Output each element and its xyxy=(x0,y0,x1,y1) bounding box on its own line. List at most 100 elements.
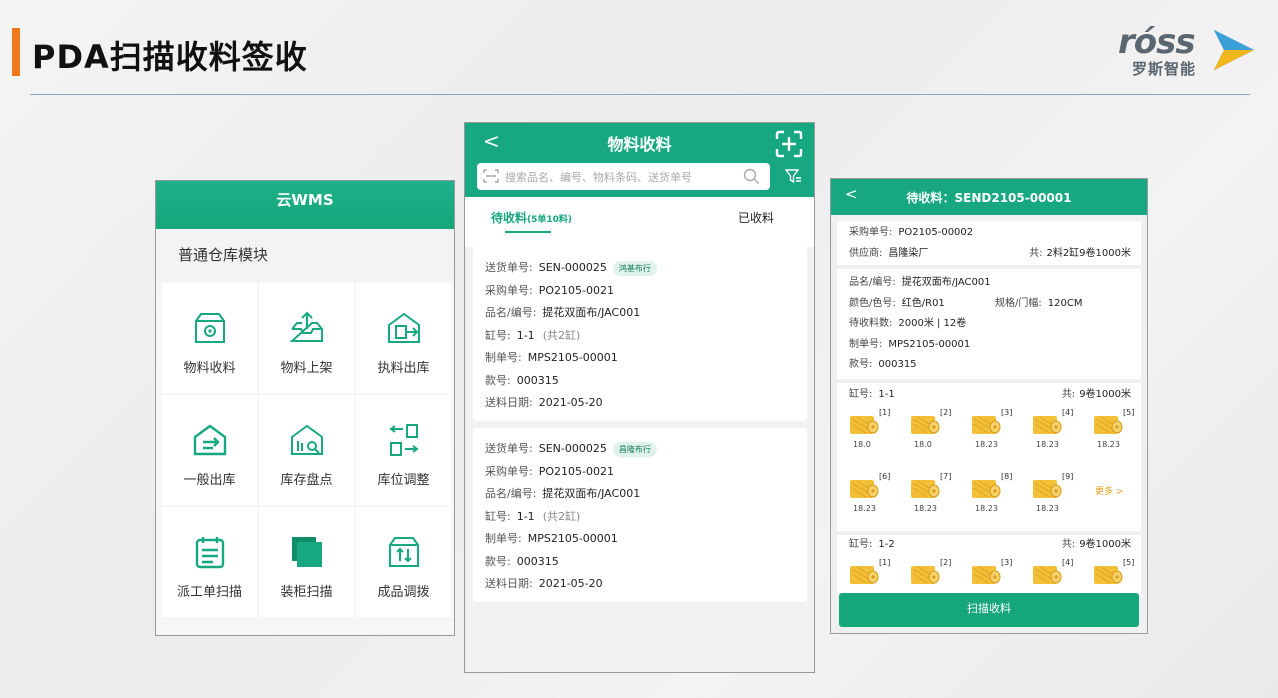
style-number: 000315 xyxy=(516,554,559,568)
roll-index: [3] xyxy=(1001,407,1013,417)
roll-list: [1] 18.0 [2] 18.0 [3] 18.23 [4] 18.23 [5] 18.23 [6… xyxy=(849,406,1141,513)
scan-receive-button[interactable]: 扫描收料 xyxy=(839,593,1139,627)
search-icon[interactable] xyxy=(743,168,760,185)
search-input[interactable]: 搜索品名、编号、物料条码、送货单号 xyxy=(477,163,770,190)
fabric-roll-icon: [2] xyxy=(910,558,951,586)
item-info: 品名/编号: 提花双面布/JAC001 颜色/色号: 红色/R01 规格/门幅: 120… xyxy=(837,269,1141,379)
house-exit-icon xyxy=(193,424,226,456)
field-label: 制单号: xyxy=(849,338,883,350)
module-dispatch-scan[interactable]: 派工单扫描 xyxy=(162,507,257,617)
module-finished-transfer[interactable]: 成品调拨 xyxy=(356,507,451,617)
fabric-roll[interactable]: [4] 18.23 xyxy=(1032,408,1073,449)
fabric-roll[interactable]: [3] 18.23 xyxy=(971,408,1012,449)
screen-title: 物料收料 xyxy=(607,135,672,154)
field-label: 采购单号: xyxy=(485,464,533,478)
module-container-scan[interactable]: 装柜扫描 xyxy=(259,507,354,617)
order-number: MPS2105-00001 xyxy=(527,351,618,364)
logo-wordmark: róss xyxy=(1118,22,1196,62)
tab-pending-label: 待收料 xyxy=(491,211,528,225)
field-label: 制单号: xyxy=(485,351,522,364)
module-label: 执料出库 xyxy=(377,361,430,376)
card-row-item: 品名/编号: 提花双面布/JAC001 xyxy=(485,483,807,506)
module-issue[interactable]: 执料出库 xyxy=(356,283,451,393)
receive-header: < 物料收料 搜索品名、编号、物料条码、送货单号 xyxy=(465,123,814,197)
slide-title: PDA扫描收料签收 xyxy=(32,38,308,76)
app-title: 云WMS xyxy=(276,191,334,209)
module-label: 派工单扫描 xyxy=(176,585,242,600)
module-label: 库位调整 xyxy=(377,473,430,488)
fabric-roll[interactable]: [2] xyxy=(910,558,951,586)
fabric-roll[interactable]: [5] xyxy=(1093,558,1134,586)
delivery-date: 2021-05-20 xyxy=(538,396,603,409)
po-number: PO2105-0021 xyxy=(538,283,614,297)
card-row-po: 采购单号: PO2105-0021 xyxy=(485,461,807,484)
roll-index: [6] xyxy=(879,471,891,481)
field-label: 送料日期: xyxy=(485,577,533,590)
vat-group: 缸号: 1-1 共: 9卷1000米 [1] 18.0 [2] 18.0 [3] 18.23 [4… xyxy=(837,383,1141,531)
screen-title: 待收料：SEND2105-00001 xyxy=(906,191,1072,205)
field-label: 品名/编号: xyxy=(485,306,537,319)
tab-pending[interactable]: 待收料(5单10料) xyxy=(491,209,572,226)
fabric-roll[interactable]: [5] 18.23 xyxy=(1093,408,1134,449)
fabric-roll[interactable]: [6] 18.23 xyxy=(849,472,890,513)
fabric-roll[interactable]: [4] xyxy=(1032,558,1073,586)
vat-number: 1-1 xyxy=(878,389,895,400)
more-rolls-link[interactable]: 更多 > xyxy=(1095,484,1123,497)
supplier-badge: 鸿基布行 xyxy=(612,261,657,276)
module-label: 装柜扫描 xyxy=(280,585,333,600)
spec-value: 120CM xyxy=(1047,297,1083,309)
receive-card[interactable]: 送货单号: SEN-000025 昌隆布行 采购单号: PO2105-0021 品名/… xyxy=(473,428,807,602)
style-number: 000315 xyxy=(516,373,559,387)
delivery-number: SEN-000025 xyxy=(538,261,607,274)
logo-subtitle: 罗斯智能 xyxy=(1132,60,1197,78)
fabric-roll-icon: [9] xyxy=(1032,472,1073,500)
qty-value: 2000米 | 12卷 xyxy=(898,318,967,329)
roll-index: [3] xyxy=(1001,557,1013,567)
fabric-roll[interactable]: [3] xyxy=(971,558,1012,586)
card-row-order: 制单号: MPS2105-00001 xyxy=(485,347,807,370)
ross-logo: róss 罗斯智能 xyxy=(1118,22,1258,78)
field-label: 共: xyxy=(1061,539,1076,550)
field-label: 共: xyxy=(1029,247,1043,259)
warehouse-search-icon xyxy=(290,424,323,455)
fabric-roll[interactable]: [7] 18.23 xyxy=(910,472,951,513)
fabric-roll[interactable]: [1] xyxy=(849,558,890,586)
tab-active-indicator xyxy=(505,231,551,233)
qty-row: 待收料数: 2000米 | 12卷 xyxy=(849,314,1141,335)
barcode-scan-icon[interactable] xyxy=(483,168,499,184)
fabric-roll[interactable]: [1] 18.0 xyxy=(849,408,890,449)
fabric-roll[interactable]: [8] 18.23 xyxy=(971,472,1012,513)
field-label: 款号: xyxy=(485,554,511,568)
field-label: 缸号: xyxy=(485,509,511,523)
fabric-roll-icon: [4] xyxy=(1032,558,1073,586)
app-title-bar: 云WMS xyxy=(156,181,454,229)
module-general-out[interactable]: 一般出库 xyxy=(162,395,257,505)
style-number: 000315 xyxy=(878,359,917,370)
total-value: 9卷1000米 xyxy=(1079,539,1131,550)
tab-received[interactable]: 已收料 xyxy=(738,209,774,226)
field-label: 采购单号: xyxy=(485,283,533,297)
fabric-roll[interactable]: [2] 18.0 xyxy=(910,408,951,449)
fabric-roll[interactable]: [9] 18.23 xyxy=(1032,472,1073,513)
field-label: 采购单号: xyxy=(849,227,893,238)
field-label: 缸号: xyxy=(849,389,873,400)
color-value: 红色/R01 xyxy=(901,297,945,309)
spec-field: 规格/门幅: 120CM xyxy=(995,294,1082,314)
roll-length: 18.23 xyxy=(914,503,937,513)
roll-index: [7] xyxy=(940,471,952,481)
roll-index: [5] xyxy=(1123,557,1135,567)
field-label: 送料日期: xyxy=(485,396,533,409)
card-row-style: 款号: 000315 xyxy=(485,370,807,393)
po-number: PO2105-0021 xyxy=(538,464,614,478)
module-stocktake[interactable]: 库存盘点 xyxy=(259,395,354,505)
title-accent-bar xyxy=(12,28,20,76)
module-relocate[interactable]: 库位调整 xyxy=(356,395,451,505)
roll-length: 18.23 xyxy=(1036,503,1059,513)
filter-icon[interactable] xyxy=(784,167,802,185)
receive-card[interactable]: 送货单号: SEN-000025 鸿基布行 采购单号: PO2105-0021 品名/… xyxy=(473,247,807,421)
field-label: 款号: xyxy=(849,359,873,370)
module-putaway[interactable]: 物料上架 xyxy=(259,283,354,393)
vat-total: 共: 9卷1000米 xyxy=(1062,535,1131,555)
module-receive[interactable]: 物料收料 xyxy=(162,283,257,393)
scan-icon[interactable] xyxy=(774,129,804,159)
